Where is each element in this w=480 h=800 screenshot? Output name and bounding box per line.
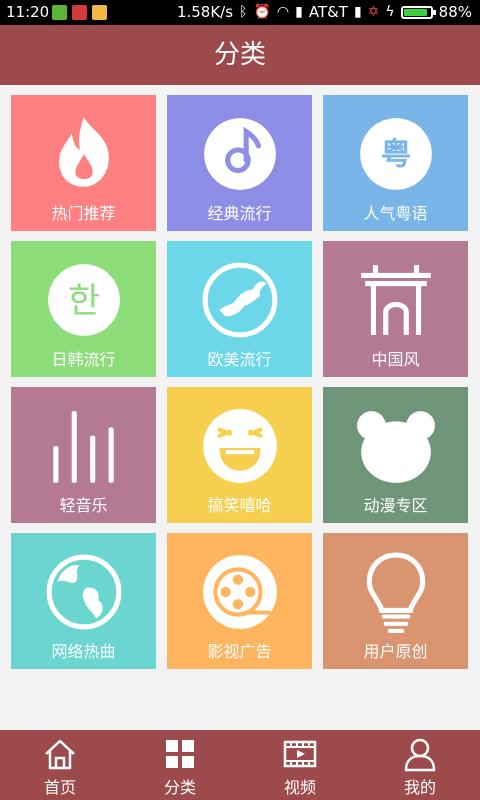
- notification-app-icon: [72, 5, 87, 20]
- category-grid-icon: [166, 740, 194, 768]
- battery-icon: [400, 5, 436, 19]
- nav-category[interactable]: 分类: [120, 730, 240, 800]
- category-label: 搞笑嘻哈: [207, 496, 272, 515]
- carrier-name: AT&T: [308, 3, 348, 21]
- category-tile-film-ads[interactable]: 影视广告: [167, 533, 312, 669]
- status-bar: 11:20 1.58K/s ᛒ ⏰ ◠ ▮ AT&T ▮ ✡ ϟ 88%: [0, 0, 480, 25]
- profile-icon: [404, 738, 436, 772]
- sound-bars-icon: [53, 411, 114, 483]
- chinese-gate-icon: [361, 265, 431, 335]
- globe-world-icon: [202, 262, 278, 338]
- nav-video[interactable]: 视频: [240, 730, 360, 800]
- korean-char-icon: 한: [48, 264, 120, 336]
- svg-text:한: 한: [68, 281, 100, 321]
- film-reel-icon: [203, 555, 277, 629]
- category-label: 日韩流行: [51, 350, 116, 369]
- status-time: 11:20: [6, 3, 50, 21]
- category-tile-hiphop[interactable]: 搞笑嘻哈: [167, 387, 312, 523]
- category-tile-light-music[interactable]: 轻音乐: [11, 387, 156, 523]
- category-tile-internet-hits[interactable]: 网络热曲: [11, 533, 156, 669]
- category-tile-anime[interactable]: 动漫专区: [323, 387, 468, 523]
- internet-globe-icon: [46, 554, 122, 630]
- category-tile-classic[interactable]: 经典流行: [167, 95, 312, 231]
- video-icon: [283, 740, 317, 768]
- category-label: 用户原创: [363, 642, 428, 661]
- category-tile-western[interactable]: 欧美流行: [167, 241, 312, 377]
- alarm-icon: ⏰: [253, 4, 271, 20]
- nav-label: 分类: [163, 778, 196, 797]
- category-tile-original[interactable]: 用户原创: [323, 533, 468, 669]
- category-label: 欧美流行: [207, 350, 272, 369]
- flame-icon: [59, 117, 109, 187]
- category-tile-cantonese[interactable]: 粤 人气粤语: [323, 95, 468, 231]
- category-tile-chinese-style[interactable]: 中国风: [323, 241, 468, 377]
- page-title: 分类: [0, 25, 480, 85]
- nav-label: 首页: [43, 778, 76, 797]
- music-disc-icon: [204, 118, 276, 190]
- category-label: 中国风: [371, 350, 420, 369]
- network-speed: 1.58K/s: [176, 3, 234, 21]
- bottom-nav: 首页 分类 视频 我的: [0, 730, 480, 800]
- svg-text:粤: 粤: [381, 136, 412, 172]
- notification-app-icon: [92, 5, 107, 20]
- category-label: 轻音乐: [59, 496, 108, 515]
- wifi-icon: ◠: [276, 4, 290, 20]
- nav-label: 我的: [403, 778, 436, 797]
- signal-icon: ▮: [353, 4, 362, 20]
- category-label: 网络热曲: [51, 642, 116, 661]
- category-tile-japan-korea[interactable]: 한 日韩流行: [11, 241, 156, 377]
- charging-icon: ϟ: [385, 4, 395, 20]
- nav-home[interactable]: 首页: [0, 730, 120, 800]
- bluetooth-icon: ᛒ: [239, 4, 248, 20]
- notification-app-icon: [52, 5, 67, 20]
- signal-icon: ▮: [295, 4, 303, 20]
- nav-profile[interactable]: 我的: [360, 730, 480, 800]
- category-label: 人气粤语: [363, 204, 428, 223]
- battery-percent: 88%: [438, 3, 472, 21]
- cantonese-icon: 粤: [360, 118, 432, 190]
- laughing-face-icon: [203, 409, 277, 483]
- category-label: 热门推荐: [51, 204, 116, 223]
- nav-label: 视频: [283, 778, 316, 797]
- lightbulb-icon: [366, 552, 426, 633]
- star-of-david-icon: ✡: [367, 4, 380, 20]
- category-label: 动漫专区: [363, 496, 428, 515]
- category-label: 经典流行: [207, 204, 272, 223]
- bear-head-icon: [357, 411, 435, 483]
- home-icon: [45, 739, 75, 770]
- category-tile-hot[interactable]: 热门推荐: [11, 95, 156, 231]
- category-label: 影视广告: [207, 642, 272, 661]
